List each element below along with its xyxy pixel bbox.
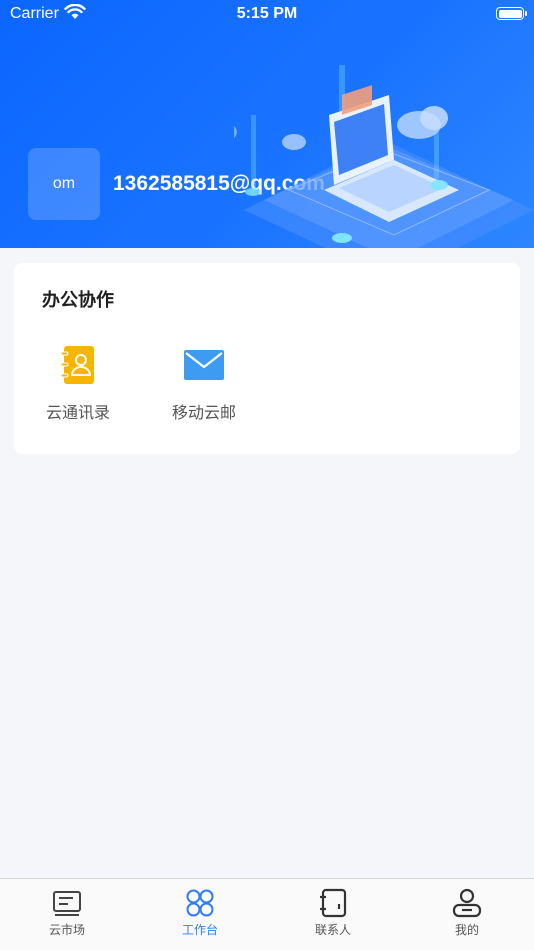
battery-icon	[496, 7, 527, 20]
tab-mine[interactable]: 我的	[427, 887, 507, 938]
market-icon	[53, 891, 81, 916]
status-bar: Carrier 5:15 PM	[0, 0, 534, 30]
contact-book-icon	[60, 346, 94, 384]
profile-icon	[452, 888, 482, 918]
tab-bar: 云市场 工作台 联系人 我的	[0, 878, 534, 950]
tab-workbench[interactable]: 工作台	[160, 887, 240, 938]
office-collaboration-card: 办公协作 云通讯录 移动云邮	[14, 263, 520, 454]
tab-label: 我的	[454, 923, 479, 937]
tab-label: 云市场	[48, 923, 85, 937]
tab-label: 联系人	[314, 923, 351, 937]
app-label: 云通讯录	[45, 403, 110, 422]
section-title: 办公协作	[42, 290, 114, 311]
contacts-icon	[320, 888, 347, 918]
workbench-icon	[186, 889, 214, 917]
screen: Carrier 5:15 PM om 1362585815@qq.com 办公协…	[0, 0, 534, 950]
app-cloud-contacts[interactable]: 云通讯录	[28, 343, 128, 423]
clock: 5:15 PM	[236, 5, 298, 22]
app-mobile-mail[interactable]: 移动云邮	[154, 343, 254, 423]
tab-contacts[interactable]: 联系人	[293, 887, 373, 938]
tab-label: 工作台	[181, 923, 218, 937]
mail-icon	[184, 350, 224, 380]
app-label: 移动云邮	[171, 403, 236, 422]
tab-cloud-market[interactable]: 云市场	[27, 887, 107, 938]
avatar[interactable]: om	[28, 148, 100, 220]
profile-header: Carrier 5:15 PM om 1362585815@qq.com	[0, 0, 534, 248]
laptop-cloud-illustration	[234, 65, 534, 248]
